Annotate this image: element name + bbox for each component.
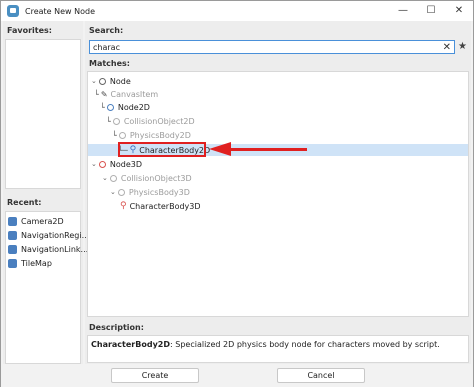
tree-item-label: CollisionObject2D <box>123 116 195 126</box>
clear-search-icon[interactable]: ✕ <box>443 41 451 54</box>
tree-item-label: PhysicsBody3D <box>128 187 190 197</box>
recent-item-label: NavigationRegi... <box>21 230 90 240</box>
annotation-arrow-head <box>209 142 231 156</box>
create-button[interactable]: Create <box>111 368 199 383</box>
cancel-button[interactable]: Cancel <box>277 368 365 383</box>
description-text: : Specialized 2D physics body node for c… <box>170 340 440 349</box>
tree-item-label: Node2D <box>117 102 150 112</box>
annotation-arrow-shaft <box>229 148 307 151</box>
tree-item-label: CanvasItem <box>110 89 159 99</box>
tree-item-canvasitem[interactable]: └ ✎ CanvasItem <box>88 88 468 100</box>
create-node-dialog: Create New Node — ☐ ✕ Favorites: Recent:… <box>0 0 474 387</box>
tree-item-label: PhysicsBody2D <box>129 130 191 140</box>
tree-guide: └ <box>100 102 105 112</box>
recent-item-tilemap[interactable]: TileMap <box>8 256 52 270</box>
tree-item-characterbody3d[interactable]: ⚲ CharacterBody3D <box>88 200 468 212</box>
description-node-name: CharacterBody2D <box>91 340 170 349</box>
characterbody3d-icon: ⚲ <box>120 200 127 211</box>
search-header: Search: <box>89 26 124 35</box>
node-icon <box>98 77 106 85</box>
recent-item-navigation-link[interactable]: NavigationLink... <box>8 242 88 256</box>
favorite-star-icon[interactable]: ★ <box>458 40 467 54</box>
window-title: Create New Node <box>25 6 95 16</box>
collapse-caret-icon[interactable]: ⌄ <box>91 77 97 85</box>
tree-item-node[interactable]: ⌄ Node <box>88 75 468 87</box>
collisionobject2d-icon <box>112 117 120 125</box>
tree-item-physicsbody3d[interactable]: ⌄ PhysicsBody3D <box>88 186 468 198</box>
collapse-caret-icon[interactable]: ⌄ <box>91 160 97 168</box>
favorites-list[interactable] <box>5 39 81 189</box>
recent-item-navigation-region[interactable]: NavigationRegi... <box>8 228 89 242</box>
camera2d-icon <box>8 216 17 226</box>
godot-app-icon <box>7 5 19 17</box>
tree-item-collisionobject2d[interactable]: └ CollisionObject2D <box>88 115 468 127</box>
node2d-icon <box>106 103 114 111</box>
description-box: CharacterBody2D: Specialized 2D physics … <box>87 335 469 363</box>
collisionobject3d-icon <box>109 174 117 182</box>
matches-tree: ⌄ Node └ ✎ CanvasItem └ Node2D └ Collisi… <box>87 71 469 317</box>
tree-item-label: CharacterBody3D <box>129 201 201 211</box>
navigation-region-icon <box>8 230 17 240</box>
tree-item-node3d[interactable]: ⌄ Node3D <box>88 158 468 170</box>
recent-list: Camera2D NavigationRegi... NavigationLin… <box>5 211 89 364</box>
recent-item-label: NavigationLink... <box>21 244 89 254</box>
annotation-highlight-box <box>118 142 206 157</box>
canvasitem-icon: ✎ <box>100 89 108 99</box>
physicsbody2d-icon <box>118 131 126 139</box>
tree-guide: └ <box>106 116 111 126</box>
recent-item-camera2d[interactable]: Camera2D <box>8 214 64 228</box>
search-value: charac <box>93 42 120 52</box>
node3d-icon <box>98 160 106 168</box>
tree-item-label: CollisionObject3D <box>120 173 192 183</box>
physicsbody3d-icon <box>117 188 125 196</box>
tree-item-label: Node3D <box>109 159 143 169</box>
tree-item-physicsbody2d[interactable]: └ PhysicsBody2D <box>88 129 468 141</box>
collapse-caret-icon[interactable]: ⌄ <box>110 188 116 196</box>
tree-item-node2d[interactable]: └ Node2D <box>88 101 468 113</box>
recent-header: Recent: <box>7 198 42 207</box>
collapse-caret-icon[interactable]: ⌄ <box>102 174 108 182</box>
description-header: Description: <box>89 323 144 332</box>
search-input[interactable]: charac ✕ <box>89 40 455 54</box>
title-bar: Create New Node — ☐ ✕ <box>1 1 473 21</box>
recent-item-label: Camera2D <box>21 216 64 226</box>
close-icon[interactable]: ✕ <box>445 1 473 21</box>
recent-item-label: TileMap <box>21 258 52 268</box>
tree-guide: └ <box>94 89 99 99</box>
minimize-icon[interactable]: — <box>389 1 417 21</box>
tree-guide: └ <box>112 130 117 140</box>
tree-item-label: Node <box>109 76 131 86</box>
tilemap-icon <box>8 258 17 268</box>
tree-item-collisionobject3d[interactable]: ⌄ CollisionObject3D <box>88 172 468 184</box>
dialog-footer <box>1 365 473 387</box>
maximize-icon[interactable]: ☐ <box>417 1 445 21</box>
favorites-header: Favorites: <box>7 26 53 35</box>
matches-header: Matches: <box>89 59 131 68</box>
navigation-link-icon <box>8 244 17 254</box>
